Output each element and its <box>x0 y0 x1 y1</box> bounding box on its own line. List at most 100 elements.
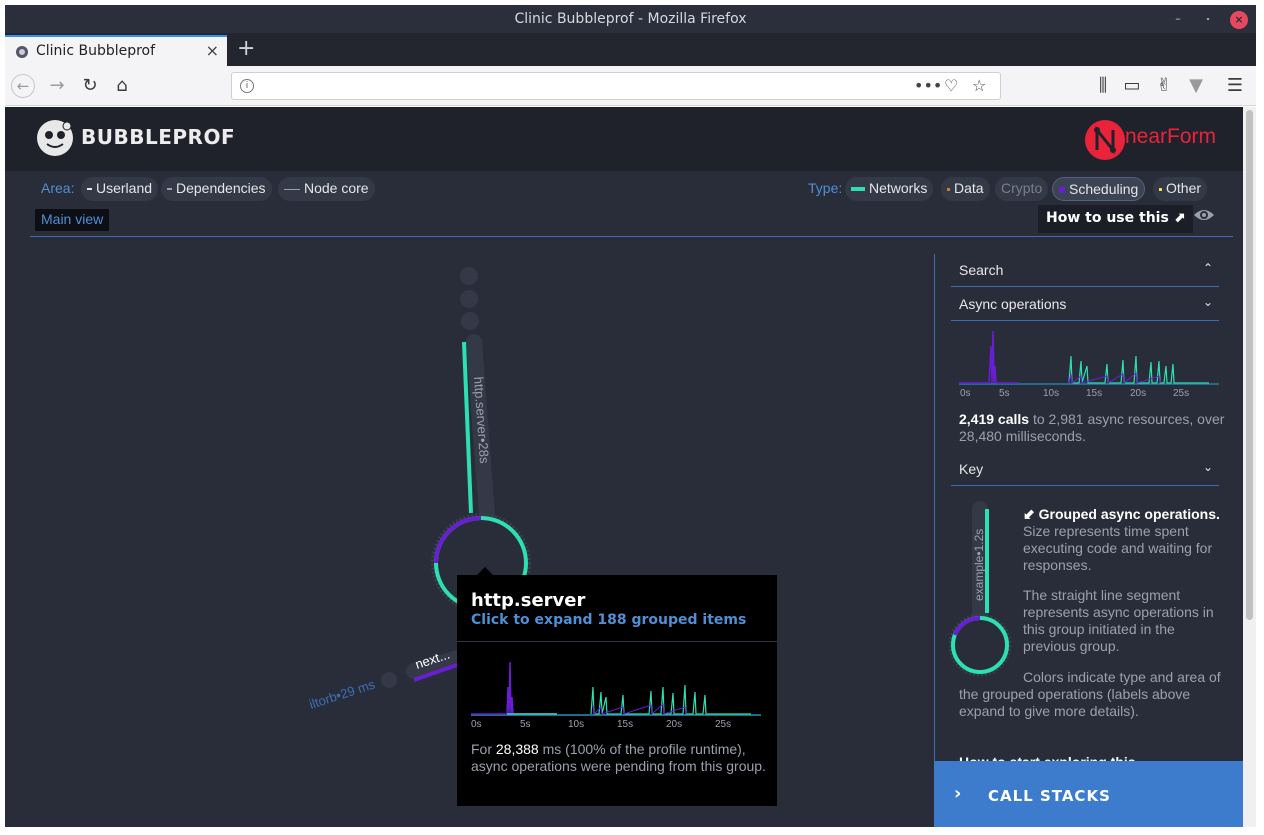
maximize-icon[interactable]: ⬞ <box>1199 11 1217 29</box>
filter-crypto[interactable]: Crypto <box>995 177 1049 201</box>
forward-button[interactable]: → <box>45 74 69 98</box>
key-section-header[interactable]: Key ⌄ <box>951 453 1219 486</box>
filter-label: Userland <box>96 180 153 196</box>
dependencies-swatch <box>167 188 172 191</box>
key-bubble-label: example•1.2s <box>972 529 986 601</box>
filter-data[interactable]: Data <box>941 177 990 201</box>
menu-icon[interactable]: ☰ <box>1223 74 1247 98</box>
extension2-icon[interactable]: ▼ <box>1184 74 1208 98</box>
home-button[interactable]: ⌂ <box>110 74 134 98</box>
filter-scheduling[interactable]: Scheduling <box>1052 177 1146 201</box>
how-to-use-button[interactable]: How to use this ⬈ <box>1038 205 1194 233</box>
scrollbar-thumb[interactable] <box>1246 110 1253 620</box>
page-actions-icon[interactable]: ••• <box>914 76 942 95</box>
bubbleprof-logo-icon <box>37 120 73 156</box>
root-bubble[interactable] <box>461 312 479 330</box>
chevron-down-icon: ⌄ <box>1202 460 1213 474</box>
filter-label: Dependencies <box>176 180 266 196</box>
node-core-swatch <box>284 188 300 190</box>
window-titlebar: Clinic Bubbleprof - Mozilla Firefox – ⬞ … <box>5 5 1256 33</box>
search-section-header[interactable]: Search ⌃ <box>951 254 1219 287</box>
minimize-icon[interactable]: – <box>1169 11 1187 29</box>
filter-networks[interactable]: Networks <box>845 177 934 201</box>
http-server-link-label: http.server•28s <box>471 376 492 464</box>
main-view-breadcrumb[interactable]: Main view <box>35 209 110 231</box>
site-info-icon[interactable]: i <box>240 79 254 93</box>
tooltip-tick: 25s <box>715 719 732 730</box>
address-bar[interactable]: i ••• ♡ ☆ <box>231 72 1001 100</box>
scheduling-swatch <box>1059 187 1065 194</box>
tooltip-tick: 5s <box>520 719 531 730</box>
key-colors-text: Colors indicate type and area of the gro… <box>959 669 1221 719</box>
filter-node-core[interactable]: Node core <box>278 177 375 201</box>
app-header: BUBBLEPROF nearForm <box>5 107 1243 171</box>
close-window-icon[interactable]: × <box>1230 11 1248 29</box>
key-grouped-text: ⬋ Grouped async operations. Size represe… <box>1023 506 1223 574</box>
library-icon[interactable]: ⫼ <box>1091 74 1115 98</box>
expand-icon: ⬋ <box>1023 506 1035 522</box>
call-stacks-label: CALL STACKS <box>988 787 1111 805</box>
sparkline-tick: 15s <box>1086 388 1103 399</box>
filter-label: Node core <box>304 180 369 196</box>
tab-strip: Clinic Bubbleprof × + <box>5 33 1256 66</box>
chevron-right-icon: › <box>954 783 963 804</box>
area-filters: Area: Userland Dependencies Node core <box>41 177 391 201</box>
tooltip-divider <box>457 641 777 642</box>
key-grouped-rest: Size represents time spent executing cod… <box>1023 523 1213 573</box>
back-button[interactable]: ← <box>11 74 35 98</box>
filter-label: Scheduling <box>1069 181 1139 197</box>
async-ops-sparkline[interactable] <box>959 326 1219 386</box>
key-bubble-illustration: example•1.2s <box>949 501 1012 677</box>
tooltip-expand-link[interactable]: Click to expand 188 grouped items <box>471 612 746 628</box>
tab-close-icon[interactable]: × <box>206 41 219 60</box>
navigation-toolbar: ← → ↻ ⌂ i ••• ♡ ☆ ⫼ ▭ ✌ ▼ ☰ <box>5 66 1256 106</box>
chevron-down-icon: ⌄ <box>1202 295 1213 309</box>
type-filters: Type: Networks Data Crypto Scheduling Ot… <box>808 177 1228 201</box>
pocket-icon[interactable]: ♡ <box>944 76 958 95</box>
tooltip-tick: 10s <box>568 719 585 730</box>
tooltip-title: http.server <box>471 590 586 611</box>
tooltip-tick: 15s <box>617 719 634 730</box>
tooltip-sparkline <box>471 661 761 716</box>
tooltip-arrow <box>477 567 493 575</box>
new-tab-button[interactable]: + <box>237 36 255 61</box>
eye-icon[interactable] <box>1193 207 1215 223</box>
tooltip-tick: 0s <box>471 719 482 730</box>
sparkline-tick: 10s <box>1043 388 1060 399</box>
filter-dependencies[interactable]: Dependencies <box>161 177 272 201</box>
filter-other[interactable]: Other <box>1153 177 1208 201</box>
nearform-logo-icon[interactable] <box>1085 120 1125 160</box>
app-logo-text: BUBBLEPROF <box>81 125 236 149</box>
filter-label: Data <box>954 180 984 196</box>
bubble-tooltip: http.server Click to expand 188 grouped … <box>457 567 777 806</box>
other-swatch <box>1159 187 1162 191</box>
sparkline-tick: 20s <box>1130 388 1147 399</box>
brand-text[interactable]: nearForm <box>1125 125 1216 149</box>
filter-label: Networks <box>869 180 928 196</box>
bookmark-star-icon[interactable]: ☆ <box>972 76 986 95</box>
call-stacks-button[interactable]: › CALL STACKS <box>934 761 1243 827</box>
chevron-up-icon: ⌃ <box>1202 261 1213 275</box>
sidebar-toggle-icon[interactable]: ▭ <box>1120 74 1144 98</box>
reload-button[interactable]: ↻ <box>78 74 102 98</box>
root-bubble[interactable] <box>460 290 478 308</box>
extension-icon[interactable]: ✌ <box>1152 74 1176 98</box>
page-scrollbar[interactable] <box>1243 107 1256 827</box>
iltorb-bubble[interactable] <box>381 672 397 688</box>
favicon-icon <box>16 46 28 58</box>
async-ops-section-header[interactable]: Async operations ⌄ <box>951 288 1219 321</box>
tooltip-body-prefix: For <box>471 741 496 757</box>
filter-userland[interactable]: Userland <box>81 177 159 201</box>
sidebar: Search ⌃ Async operations ⌄ 0s 5s 10s 15… <box>934 254 1243 827</box>
tab-bubbleprof[interactable]: Clinic Bubbleprof × <box>5 35 227 66</box>
key-line-text: The straight line segment represents asy… <box>1023 587 1214 654</box>
async-ops-heading: Async operations <box>959 296 1067 312</box>
root-bubble[interactable] <box>460 267 478 285</box>
key-heading: Key <box>959 461 984 477</box>
area-label: Area: <box>41 180 75 196</box>
async-summary: 2,419 calls to 2,981 async resources, ov… <box>959 411 1229 445</box>
bubbleprof-app: BUBBLEPROF nearForm Area: Userland Depen… <box>5 107 1243 827</box>
type-label: Type: <box>808 180 843 196</box>
filter-label: Crypto <box>1001 180 1043 196</box>
data-swatch <box>947 187 950 191</box>
